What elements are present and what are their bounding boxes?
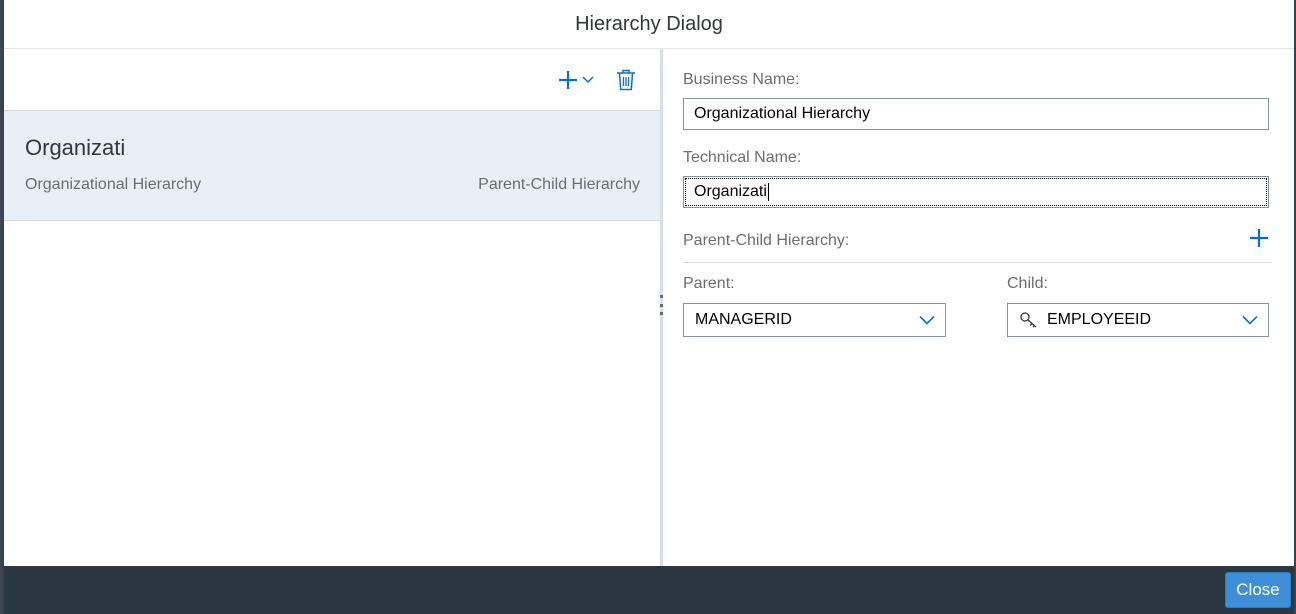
- text-caret: [767, 182, 769, 201]
- business-name-label: Business Name:: [683, 71, 800, 88]
- technical-name-input[interactable]: Organizati: [683, 176, 1269, 208]
- parent-label: Parent:: [683, 275, 735, 292]
- hierarchy-dialog: Hierarchy Dialog Organizati Organization…: [4, 0, 1294, 614]
- list-item-type: Parent-Child Hierarchy: [478, 176, 640, 193]
- list-item-description: Organizational Hierarchy: [25, 176, 202, 193]
- chevron-down-icon: [582, 75, 594, 84]
- close-button[interactable]: Close: [1225, 572, 1291, 608]
- chevron-down-icon[interactable]: [909, 304, 945, 336]
- dialog-title: Hierarchy Dialog: [575, 12, 723, 35]
- key-icon: [1019, 311, 1039, 329]
- child-label: Child:: [1007, 275, 1048, 292]
- parent-select-value: MANAGERID: [695, 311, 792, 328]
- parent-child-section-title: Parent-Child Hierarchy:: [683, 232, 850, 249]
- hierarchy-details-pane: Business Name: Organizational Hierarchy …: [663, 49, 1294, 566]
- hierarchy-list-pane: Organizati Organizational Hierarchy Pare…: [4, 49, 660, 566]
- technical-name-label: Technical Name:: [683, 149, 802, 166]
- add-parent-child-button[interactable]: [1246, 227, 1272, 253]
- add-icon: [558, 70, 578, 90]
- delete-button[interactable]: [608, 62, 644, 98]
- trash-icon: [616, 69, 636, 91]
- parent-select[interactable]: MANAGERID: [683, 303, 946, 337]
- list-item-title: Organizati: [25, 135, 126, 160]
- technical-name-value: Organizati: [694, 183, 767, 200]
- dialog-header: Hierarchy Dialog: [4, 0, 1294, 49]
- list-toolbar: [4, 49, 660, 111]
- child-select-value: EMPLOYEEID: [1047, 311, 1152, 328]
- child-select[interactable]: EMPLOYEEID: [1007, 303, 1269, 337]
- add-menu-button[interactable]: [550, 62, 602, 98]
- add-icon: [1249, 228, 1269, 253]
- dialog-body: Organizati Organizational Hierarchy Pare…: [4, 49, 1294, 566]
- business-name-input[interactable]: Organizational Hierarchy: [683, 98, 1269, 130]
- list-item[interactable]: Organizati Organizational Hierarchy Pare…: [4, 111, 660, 221]
- dialog-footer: Close: [4, 566, 1294, 614]
- chevron-down-icon[interactable]: [1232, 304, 1268, 336]
- section-divider: [683, 262, 1272, 263]
